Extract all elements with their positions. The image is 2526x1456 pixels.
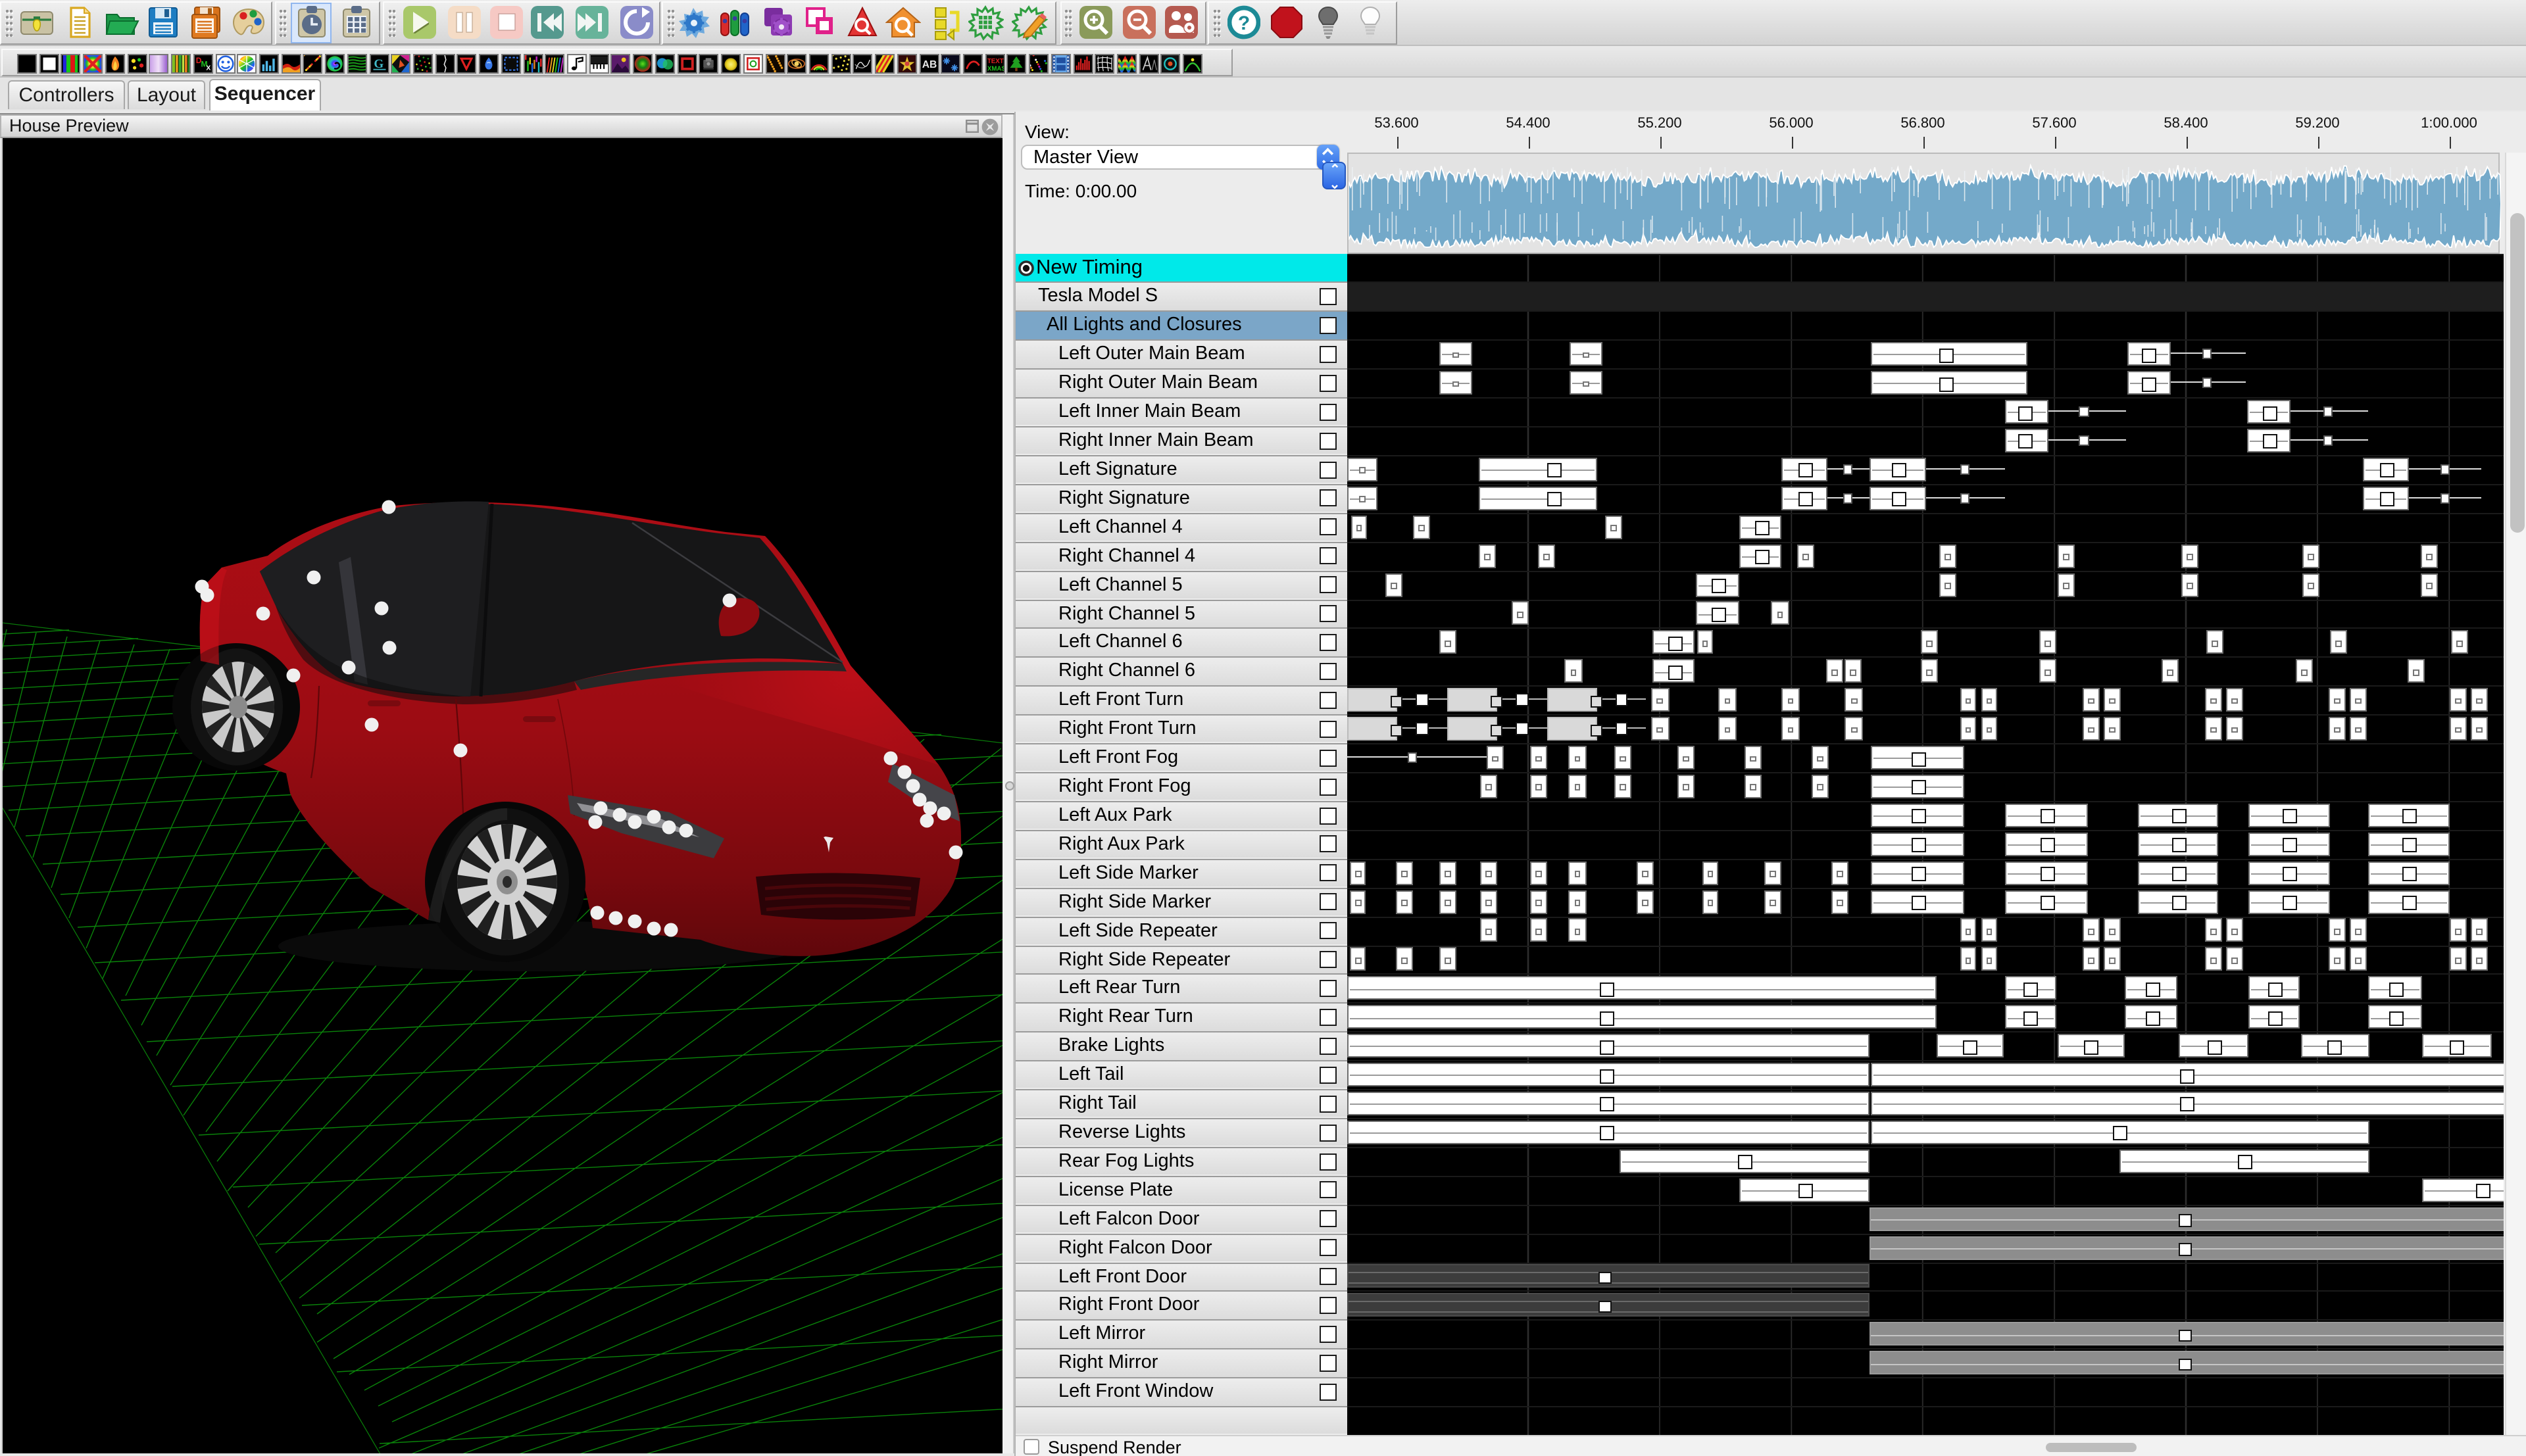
svg-text:?: ? — [1238, 12, 1250, 34]
svg-text:XMAS: XMAS — [987, 64, 1004, 72]
svg-text:X: X — [206, 64, 210, 72]
svg-text:TEXT: TEXT — [987, 57, 1003, 64]
svg-text:AB: AB — [922, 59, 937, 70]
